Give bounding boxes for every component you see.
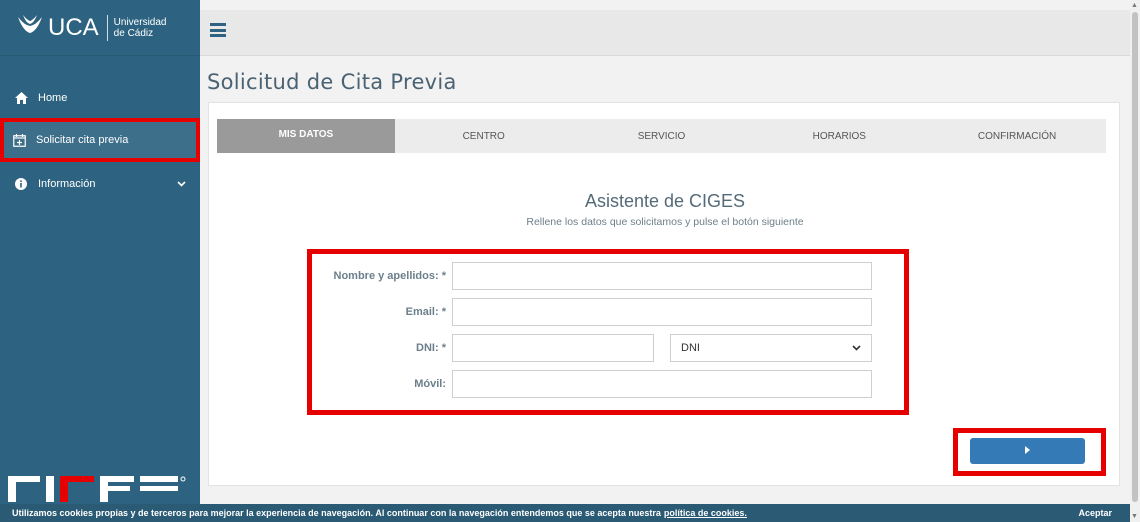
sidebar: UCA Universidad de Cádiz Home Solicitar … (0, 0, 200, 522)
step-centro[interactable]: CENTRO (395, 119, 573, 153)
cookie-bar: Utilizamos cookies propias y de terceros… (0, 504, 1130, 522)
chevron-down-icon (852, 342, 861, 354)
brand-subtitle-line1: Universidad (113, 16, 167, 28)
email-field[interactable] (452, 298, 872, 326)
cookie-text: Utilizamos cookies propias y de terceros… (12, 508, 661, 518)
dni-type-select[interactable]: DNI (670, 334, 872, 362)
mobile-label: Móvil: (414, 378, 446, 390)
form-row-mobile: Móvil: (312, 370, 872, 398)
brand-subtitle-line2: de Cádiz (113, 27, 154, 39)
info-circle-icon (14, 177, 28, 191)
scrollbar[interactable]: ▲ ▼ (1130, 0, 1140, 522)
scroll-down-icon[interactable]: ▼ (1131, 513, 1138, 520)
form-row-dni: DNI: * DNI (312, 334, 872, 362)
sidebar-item-label: Solicitar cita previa (36, 134, 129, 146)
step-confirmacion[interactable]: CONFIRMACIÓN (928, 119, 1106, 153)
scrollbar-thumb[interactable] (1132, 12, 1138, 502)
personal-data-form: Nombre y apellidos: * Email: * DNI: * DN… (307, 249, 909, 415)
brand-subtitle: Universidad de Cádiz (114, 17, 167, 39)
sidebar-item-solicitar-cita[interactable]: Solicitar cita previa (0, 118, 200, 162)
name-field[interactable] (452, 262, 872, 290)
next-button[interactable] (970, 438, 1085, 464)
wizard-subtitle: Rellene los datos que solicitamos y puls… (526, 216, 804, 228)
form-row-name: Nombre y apellidos: * (312, 262, 872, 290)
brand-logo[interactable]: UCA Universidad de Cádiz (0, 0, 200, 56)
name-label: Nombre y apellidos: * (333, 270, 446, 282)
form-row-email: Email: * (312, 298, 872, 326)
step-mis-datos[interactable]: MIS DATOS (217, 119, 395, 153)
page-title: Solicitud de Cita Previa (207, 70, 457, 94)
hamburger-icon[interactable] (210, 23, 226, 37)
dni-field[interactable] (452, 334, 654, 362)
brand-name: UCA (48, 13, 99, 41)
brand-divider (106, 14, 108, 41)
dni-type-value: DNI (681, 342, 700, 354)
calendar-plus-icon (12, 133, 26, 147)
mobile-field[interactable] (452, 370, 872, 398)
accept-cookies-button[interactable]: Aceptar (1078, 508, 1112, 518)
home-icon (14, 91, 28, 105)
wizard-title: Asistente de CIGES (584, 191, 746, 211)
wizard-steps: MIS DATOS CENTRO SERVICIO HORARIOS CONFI… (217, 119, 1106, 153)
scroll-up-icon[interactable]: ▲ (1131, 2, 1138, 9)
email-label: Email: * (405, 306, 446, 318)
sidebar-item-home[interactable]: Home (0, 86, 200, 110)
dni-label: DNI: * (416, 342, 446, 354)
ciges-logo (8, 472, 188, 502)
sidebar-item-label: Home (38, 92, 68, 104)
sidebar-item-label: Información (38, 178, 96, 190)
uca-emblem-icon (16, 13, 44, 42)
next-button-highlight (953, 428, 1106, 476)
wizard-panel: MIS DATOS CENTRO SERVICIO HORARIOS CONFI… (208, 102, 1120, 486)
chevron-down-icon (177, 179, 186, 190)
step-horarios[interactable]: HORARIOS (750, 119, 928, 153)
step-servicio[interactable]: SERVICIO (573, 119, 751, 153)
sidebar-item-informacion[interactable]: Información (0, 172, 200, 196)
cookie-policy-link[interactable]: política de cookies. (664, 508, 747, 518)
caret-right-icon (1025, 446, 1030, 456)
top-bar (200, 10, 1130, 56)
